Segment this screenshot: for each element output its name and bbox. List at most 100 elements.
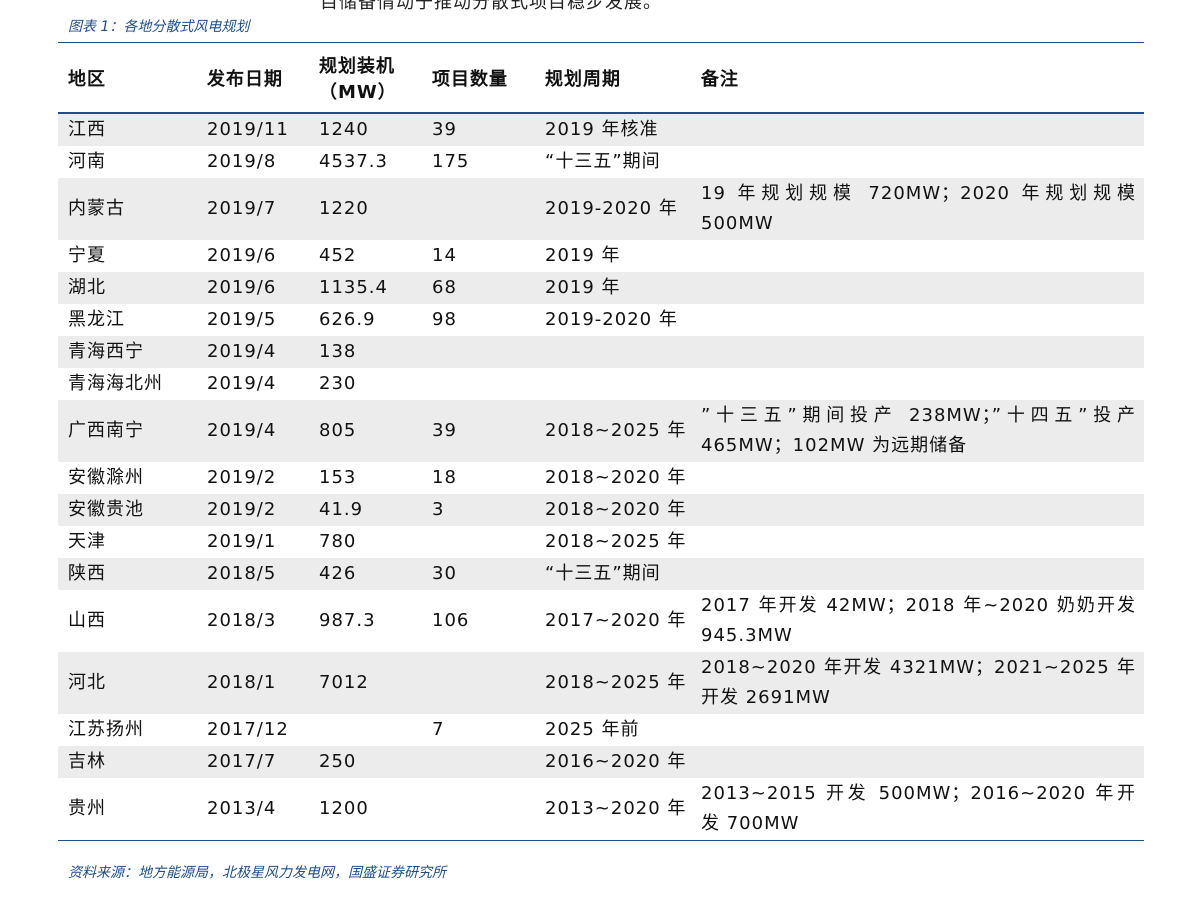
cell-count: 98	[422, 304, 535, 336]
cell-note	[691, 526, 1144, 558]
cell-date: 2019/11	[197, 113, 309, 146]
cell-count	[422, 746, 535, 778]
cell-region: 青海海北州	[58, 368, 197, 400]
cell-region: 黑龙江	[58, 304, 197, 336]
source-note: 资料来源：地方能源局，北极星风力发电网，国盛证券研究所	[68, 865, 446, 881]
cell-note: ”十三五”期间投产 238MW；”十四五”投产 465MW；102MW 为远期储…	[691, 400, 1144, 462]
wind-power-plan-table: 地区 发布日期 规划装机 （MW） 项目数量 规划周期 备注 江西 2019/11 1…	[58, 44, 1144, 841]
cell-note	[691, 113, 1144, 146]
cell-region: 青海西宁	[58, 336, 197, 368]
cell-region: 广西南宁	[58, 400, 197, 462]
cell-date: 2019/6	[197, 272, 309, 304]
table-row: 河南 2019/8 4537.3 175 “十三五”期间	[58, 146, 1144, 178]
cell-count	[422, 368, 535, 400]
cell-region: 陕西	[58, 558, 197, 590]
table-row: 河北 2018/1 7012 2018~2025 年 2018~2020 年开发 432…	[58, 652, 1144, 714]
table-row: 山西 2018/3 987.3 106 2017~2020 年 2017 年开发 42MW…	[58, 590, 1144, 652]
cell-note	[691, 494, 1144, 526]
table-row: 内蒙古 2019/7 1220 2019-2020 年 19 年规划规模 720MW；2…	[58, 178, 1144, 240]
table-row: 贵州 2013/4 1200 2013~2020 年 2013~2015 开发 500M…	[58, 778, 1144, 841]
cell-period	[535, 336, 691, 368]
cell-period: 2025 年前	[535, 714, 691, 746]
cell-date: 2019/6	[197, 240, 309, 272]
cell-note: 2017 年开发 42MW；2018 年~2020 奶奶开发 945.3MW	[691, 590, 1144, 652]
cell-capacity: 1200	[309, 778, 422, 841]
cell-region: 江苏扬州	[58, 714, 197, 746]
cell-period: 2013~2020 年	[535, 778, 691, 841]
cell-region: 安徽滁州	[58, 462, 197, 494]
header-region: 地区	[58, 44, 197, 114]
cell-note	[691, 336, 1144, 368]
cell-note	[691, 746, 1144, 778]
cell-date: 2013/4	[197, 778, 309, 841]
cell-period: 2019-2020 年	[535, 304, 691, 336]
cell-date: 2018/3	[197, 590, 309, 652]
cell-count: 68	[422, 272, 535, 304]
cell-capacity: 1220	[309, 178, 422, 240]
cell-date: 2018/1	[197, 652, 309, 714]
cell-period: 2019 年	[535, 272, 691, 304]
table-row: 宁夏 2019/6 452 14 2019 年	[58, 240, 1144, 272]
table-row: 天津 2019/1 780 2018~2025 年	[58, 526, 1144, 558]
caption-divider	[58, 42, 1144, 43]
cell-date: 2018/5	[197, 558, 309, 590]
cell-note: 19 年规划规模 720MW；2020 年规划规模 500MW	[691, 178, 1144, 240]
cell-capacity: 1240	[309, 113, 422, 146]
table-row: 安徽滁州 2019/2 153 18 2018~2020 年	[58, 462, 1144, 494]
cell-note	[691, 368, 1144, 400]
cell-region: 天津	[58, 526, 197, 558]
table-caption: 图表 1：各地分散式风电规划	[68, 19, 250, 35]
cell-period	[535, 368, 691, 400]
table-row: 江苏扬州 2017/12 7 2025 年前	[58, 714, 1144, 746]
cell-period: 2018~2020 年	[535, 494, 691, 526]
cell-period: 2019 年核准	[535, 113, 691, 146]
cell-count: 30	[422, 558, 535, 590]
table-row: 广西南宁 2019/4 805 39 2018~2025 年 ”十三五”期间投产 238M…	[58, 400, 1144, 462]
table-row: 陕西 2018/5 426 30 “十三五”期间	[58, 558, 1144, 590]
cell-count: 7	[422, 714, 535, 746]
cell-capacity: 426	[309, 558, 422, 590]
cell-capacity: 626.9	[309, 304, 422, 336]
cell-count	[422, 652, 535, 714]
header-period: 规划周期	[535, 44, 691, 114]
cell-count: 39	[422, 400, 535, 462]
cell-date: 2019/4	[197, 368, 309, 400]
cell-note	[691, 462, 1144, 494]
cell-period: 2018~2025 年	[535, 652, 691, 714]
cell-region: 吉林	[58, 746, 197, 778]
cell-capacity: 805	[309, 400, 422, 462]
cell-date: 2019/1	[197, 526, 309, 558]
cell-period: 2019 年	[535, 240, 691, 272]
cell-count	[422, 178, 535, 240]
cell-count	[422, 336, 535, 368]
header-count: 项目数量	[422, 44, 535, 114]
cell-date: 2019/2	[197, 462, 309, 494]
cell-capacity	[309, 714, 422, 746]
cell-date: 2017/7	[197, 746, 309, 778]
cell-region: 贵州	[58, 778, 197, 841]
cell-region: 河北	[58, 652, 197, 714]
table-row: 黑龙江 2019/5 626.9 98 2019-2020 年	[58, 304, 1144, 336]
cell-period: 2018~2020 年	[535, 462, 691, 494]
table-row: 湖北 2019/6 1135.4 68 2019 年	[58, 272, 1144, 304]
cell-capacity: 138	[309, 336, 422, 368]
cell-capacity: 41.9	[309, 494, 422, 526]
cell-capacity: 987.3	[309, 590, 422, 652]
table-row: 青海海北州 2019/4 230	[58, 368, 1144, 400]
cell-period: “十三五”期间	[535, 146, 691, 178]
cell-region: 河南	[58, 146, 197, 178]
cell-count	[422, 778, 535, 841]
cell-count: 3	[422, 494, 535, 526]
cell-note	[691, 714, 1144, 746]
cell-note: 2013~2015 开发 500MW；2016~2020 年开发 700MW	[691, 778, 1144, 841]
table-header-row: 地区 发布日期 规划装机 （MW） 项目数量 规划周期 备注	[58, 44, 1144, 114]
header-date: 发布日期	[197, 44, 309, 114]
cell-date: 2019/7	[197, 178, 309, 240]
table-row: 江西 2019/11 1240 39 2019 年核准	[58, 113, 1144, 146]
cell-note	[691, 304, 1144, 336]
cell-note	[691, 146, 1144, 178]
cell-note: 2018~2020 年开发 4321MW；2021~2025 年开发 2691M…	[691, 652, 1144, 714]
cell-capacity: 153	[309, 462, 422, 494]
table-row: 安徽贵池 2019/2 41.9 3 2018~2020 年	[58, 494, 1144, 526]
cell-region: 安徽贵池	[58, 494, 197, 526]
